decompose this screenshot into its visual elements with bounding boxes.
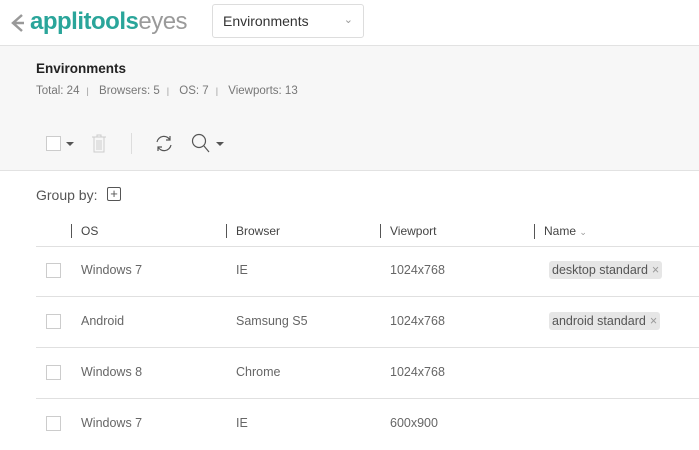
select-all-checkbox[interactable]	[46, 136, 61, 151]
stat-os: OS: 7	[179, 85, 209, 97]
row-checkbox[interactable]	[46, 263, 61, 278]
select-dropdown-caret-icon[interactable]	[66, 142, 74, 146]
group-by-label: Group by:	[36, 187, 98, 203]
column-header-viewport[interactable]: Viewport	[380, 224, 436, 238]
row-checkbox[interactable]	[46, 365, 61, 380]
cell-browser: Chrome	[236, 365, 281, 379]
stat-total: Total: 24	[36, 85, 80, 97]
cell-browser: IE	[236, 263, 248, 277]
environments-select[interactable]: Environments ⌄	[212, 4, 364, 38]
row-checkbox[interactable]	[46, 314, 61, 329]
table-row[interactable]: Windows 7 IE 600x900	[36, 399, 699, 450]
trash-icon[interactable]	[91, 134, 107, 153]
table-row[interactable]: Windows 7 IE 1024x768 desktop standard ×	[36, 246, 699, 297]
stat-viewports: Viewports: 13	[228, 85, 298, 97]
cell-viewport: 1024x768	[390, 263, 445, 277]
cell-os: Android	[81, 314, 125, 328]
toolbar-divider	[131, 133, 132, 154]
cell-os: Windows 7	[81, 263, 143, 277]
remove-tag-icon[interactable]: ×	[650, 314, 657, 328]
add-group-by-button[interactable]: +	[107, 187, 121, 201]
refresh-icon[interactable]	[154, 134, 174, 153]
applitools-logo[interactable]: applitoolseyes	[10, 8, 188, 36]
remove-tag-icon[interactable]: ×	[652, 263, 659, 277]
search-icon[interactable]	[191, 133, 211, 154]
top-header: applitoolseyes Environments ⌄	[0, 0, 699, 46]
cell-os: Windows 7	[81, 416, 143, 430]
cell-browser: Samsung S5	[236, 314, 308, 328]
cell-viewport: 1024x768	[390, 314, 445, 328]
search-dropdown-caret-icon[interactable]	[216, 142, 224, 146]
name-tag: android standard ×	[549, 312, 661, 330]
sort-chevron-icon: ⌄	[579, 227, 587, 237]
stats-summary: Total: 24 | Browsers: 5 | OS: 7 | Viewports…	[36, 85, 298, 97]
cell-viewport: 600x900	[390, 416, 438, 430]
column-header-os[interactable]: OS	[71, 224, 98, 238]
name-tag: desktop standard ×	[549, 261, 663, 279]
table-row[interactable]: Android Samsung S5 1024x768 android stan…	[36, 297, 699, 348]
cell-viewport: 1024x768	[390, 365, 445, 379]
cell-os: Windows 8	[81, 365, 143, 379]
column-header-name[interactable]: Name ⌄	[534, 224, 587, 239]
column-header-browser[interactable]: Browser	[226, 224, 280, 238]
table-row[interactable]: Windows 8 Chrome 1024x768	[36, 348, 699, 399]
stat-browsers: Browsers: 5	[99, 85, 160, 97]
applitools-logo-icon	[11, 14, 24, 32]
row-checkbox[interactable]	[46, 416, 61, 431]
chevron-down-icon: ⌄	[343, 14, 353, 26]
page-title: Environments	[36, 61, 127, 76]
cell-browser: IE	[236, 416, 248, 430]
